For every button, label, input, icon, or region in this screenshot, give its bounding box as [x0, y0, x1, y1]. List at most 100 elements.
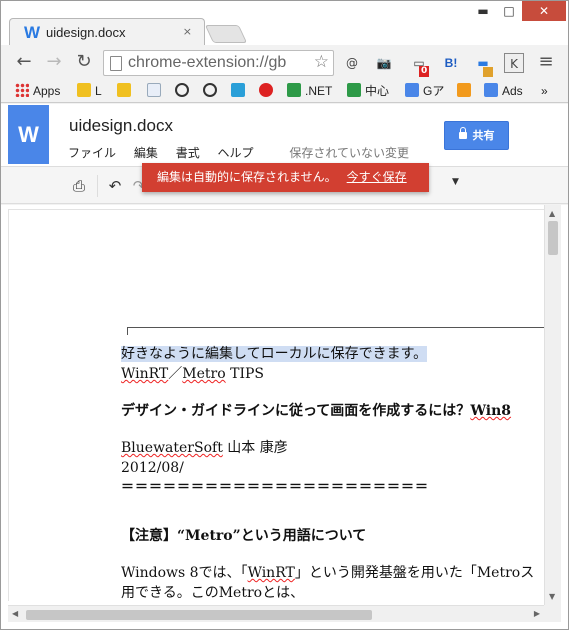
doc-line-intro: 好きなように編集してローカルに保存できます。: [121, 346, 428, 362]
chart-icon: [457, 83, 471, 97]
print-icon[interactable]: ⎙: [69, 176, 89, 196]
undo-icon[interactable]: ↶: [105, 176, 125, 196]
vertical-scrollbar[interactable]: ▲ ▼: [544, 205, 561, 605]
doc-line-paragraph: Windows 8では、「WinRT」という開発基盤を用いた「Metroス: [121, 565, 535, 581]
doc-line-separator: ＝＝＝＝＝＝＝＝＝＝＝＝＝＝＝＝＝＝＝＝＝＝: [121, 480, 430, 495]
tab-title: uidesign.docx: [46, 25, 126, 40]
menu-format[interactable]: 書式: [176, 146, 200, 160]
bookmark-page[interactable]: [147, 83, 165, 99]
extension-notice-icon: [483, 67, 493, 77]
bookmarks-more-button[interactable]: »: [541, 83, 548, 99]
docs-toolbar: ⎙ ↶ ↷ ▼ 編集は自動的に保存されません。 今すぐ保存: [1, 163, 568, 204]
scroll-up-icon[interactable]: ▲: [549, 209, 555, 218]
bookmark-m[interactable]: [231, 83, 249, 99]
mountain-icon: [77, 83, 91, 97]
save-status: 保存されていない変更: [289, 146, 410, 160]
browser-tab[interactable]: W uidesign.docx ×: [9, 18, 205, 46]
address-text: chrome-extension://gb: [128, 54, 287, 71]
bookmark-circle-i-1[interactable]: [175, 83, 193, 99]
bookmark-apps[interactable]: Apps: [15, 83, 60, 99]
minimize-button[interactable]: ▬: [470, 1, 496, 21]
red-circle-icon: [259, 83, 273, 97]
bookmark-mountain[interactable]: [117, 83, 135, 99]
share-label: 共有: [472, 129, 495, 142]
word-logo-icon[interactable]: W: [8, 105, 49, 164]
address-bar[interactable]: chrome-extension://gb ☆: [103, 50, 334, 76]
bookmark-circle-i-2[interactable]: [203, 83, 221, 99]
bookmark-ads[interactable]: Ads: [484, 83, 523, 99]
green-at-icon: [287, 83, 301, 97]
doc-line-note-heading: 【注意】“Metro”という用語について: [121, 528, 367, 544]
unsaved-notification: 編集は自動的に保存されません。 今すぐ保存: [142, 163, 429, 192]
box-border: [127, 327, 547, 328]
bookmark-g-a[interactable]: Gア: [405, 83, 444, 99]
browser-window: W uidesign.docx × ▬ □ ✕ ← → ↻ chrome-ext…: [0, 0, 569, 630]
horizontal-scroll-thumb[interactable]: [26, 610, 372, 620]
close-window-button[interactable]: ✕: [522, 1, 566, 21]
bookmark-star-icon[interactable]: ☆: [314, 52, 329, 72]
bookmark-chart[interactable]: [457, 83, 475, 99]
bookmark-label: L: [95, 84, 102, 98]
menu-help[interactable]: ヘルプ: [218, 146, 254, 160]
scroll-right-icon[interactable]: ▶: [534, 609, 540, 618]
scroll-left-icon[interactable]: ◀: [12, 609, 18, 618]
circle-i-icon: [175, 83, 189, 97]
green-at-icon: [347, 83, 361, 97]
page-border: [8, 209, 9, 601]
bookmarks-bar: Apps L .NET 中心 Gア Ads »: [1, 79, 568, 103]
bookmark-label: .NET: [305, 84, 333, 98]
document-area[interactable]: 好きなように編集してローカルに保存できます。 WinRT／Metro TIPS …: [1, 205, 568, 629]
word-favicon-icon: W: [24, 23, 41, 42]
bookmark-l[interactable]: L: [77, 83, 102, 99]
menu-edit[interactable]: 編集: [134, 146, 158, 160]
bookmark-label: Gア: [423, 84, 445, 98]
toolbar-separator: [97, 175, 98, 197]
doc-line-heading: デザイン・ガイドラインに従って画面を作成するには？Win8: [121, 403, 512, 419]
title-bar: W uidesign.docx × ▬ □ ✕: [1, 1, 568, 46]
share-button[interactable]: 共有: [444, 121, 509, 150]
browser-toolbar: ← → ↻ chrome-extension://gb ☆ @ 📷 ▭ 0 B!…: [1, 45, 568, 79]
scrollbar-corner: [544, 605, 561, 622]
bookmark-label: 中心: [365, 84, 390, 98]
bookmark-label: Ads: [502, 84, 523, 98]
menu-bar: ファイル 編集 書式 ヘルプ 保存されていない変更: [68, 144, 423, 161]
k-extension-icon[interactable]: K: [504, 53, 524, 73]
back-arrow-icon[interactable]: ←: [13, 51, 35, 73]
box-border: [127, 327, 128, 335]
notification-text: 編集は自動的に保存されません。: [157, 170, 337, 184]
save-now-link[interactable]: 今すぐ保存: [347, 170, 407, 184]
bookmark-center[interactable]: 中心: [347, 83, 389, 99]
lock-icon: [458, 127, 467, 139]
extension-badge: 0: [419, 66, 430, 77]
reload-icon[interactable]: ↻: [73, 51, 95, 73]
document-title[interactable]: uidesign.docx: [69, 116, 173, 136]
menu-file[interactable]: ファイル: [68, 146, 116, 160]
hatena-bookmark-icon[interactable]: B!: [441, 53, 461, 73]
circle-i-icon: [203, 83, 217, 97]
camera-extension-icon[interactable]: 📷: [374, 53, 394, 73]
mountain-icon: [117, 83, 131, 97]
tab-close-icon[interactable]: ×: [183, 25, 192, 38]
docs-header: W uidesign.docx ファイル 編集 書式 ヘルプ 保存されていない変…: [1, 104, 568, 166]
bookmark-dotnet[interactable]: .NET: [287, 83, 332, 99]
page-icon: [147, 83, 161, 97]
page-border: [8, 209, 544, 210]
forward-arrow-icon[interactable]: →: [43, 51, 65, 73]
doc-line-date: 2012/08/: [121, 460, 184, 476]
new-tab-button[interactable]: [204, 25, 248, 43]
document-body[interactable]: 好きなように編集してローカルに保存できます。 WinRT／Metro TIPS …: [121, 344, 568, 603]
bookmark-label: Apps: [33, 84, 61, 98]
page-icon: [110, 56, 122, 71]
chevron-down-icon[interactable]: ▼: [452, 177, 459, 187]
doc-line-paragraph-cont: 用できる。このMetroとは、: [121, 585, 305, 601]
horizontal-scrollbar[interactable]: ◀ ▶: [8, 605, 544, 622]
g-icon: [405, 83, 419, 97]
bookmark-red-circle[interactable]: [259, 83, 277, 99]
chrome-menu-icon[interactable]: ≡: [537, 53, 555, 73]
apps-grid-icon: [15, 83, 29, 97]
maximize-button[interactable]: □: [496, 1, 522, 21]
extension-at-icon[interactable]: @: [342, 53, 362, 73]
scroll-down-icon[interactable]: ▼: [549, 592, 555, 601]
g-icon: [484, 83, 498, 97]
vertical-scroll-thumb[interactable]: [548, 221, 558, 255]
